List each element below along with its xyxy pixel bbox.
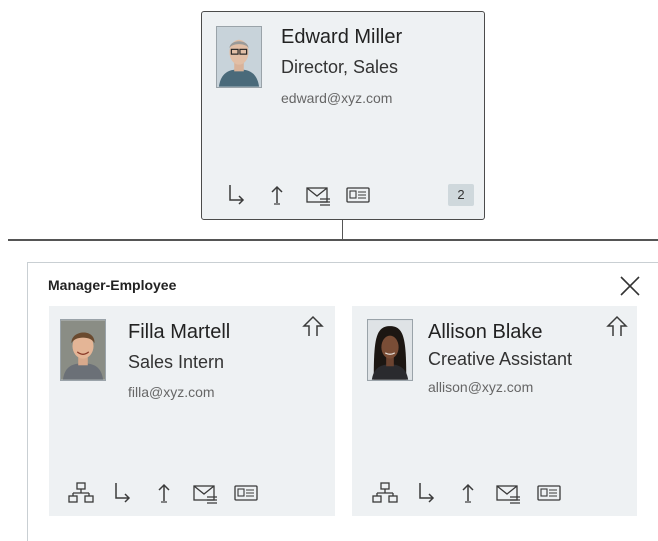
promote-arrow-icon[interactable] — [604, 314, 630, 338]
email-icon[interactable] — [305, 183, 331, 207]
promote-arrow-icon[interactable] — [300, 314, 326, 338]
manager-avatar — [216, 26, 262, 88]
move-up-icon[interactable] — [151, 481, 177, 505]
employee-email: allison@xyz.com — [428, 379, 534, 395]
org-chart-icon[interactable] — [68, 481, 94, 505]
panel-title: Manager-Employee — [48, 277, 177, 293]
employee-avatar — [60, 319, 106, 381]
employee-title: Sales Intern — [128, 352, 225, 372]
employee-card[interactable]: Filla Martell Sales Intern filla@xyz.com — [49, 306, 335, 516]
manager-email: edward@xyz.com — [281, 90, 393, 106]
profile-card-icon[interactable] — [536, 481, 562, 505]
show-reports-icon[interactable] — [414, 481, 440, 505]
employee-card[interactable]: Allison Blake Creative Assistant allison… — [352, 306, 637, 516]
show-reports-icon[interactable] — [224, 183, 250, 207]
show-reports-icon[interactable] — [110, 481, 136, 505]
close-icon[interactable] — [618, 274, 642, 298]
org-chart-icon[interactable] — [372, 481, 398, 505]
connector-vertical — [342, 220, 343, 239]
move-up-icon[interactable] — [264, 183, 290, 207]
email-icon[interactable] — [495, 481, 521, 505]
manager-card[interactable]: Edward Miller Director, Sales edward@xyz… — [201, 11, 485, 220]
manager-employee-panel: Manager-Employee Filla Martell Sales Int… — [27, 262, 658, 541]
employee-avatar — [367, 319, 413, 381]
manager-name: Edward Miller — [281, 26, 403, 48]
profile-card-icon[interactable] — [233, 481, 259, 505]
connector-horizontal — [8, 239, 658, 241]
employee-email: filla@xyz.com — [128, 384, 215, 400]
email-icon[interactable] — [192, 481, 218, 505]
employee-title: Creative Assistant — [428, 349, 573, 369]
employee-name: Filla Martell — [128, 321, 231, 343]
profile-card-icon[interactable] — [345, 183, 371, 207]
manager-title: Director, Sales — [281, 57, 399, 77]
reports-count-badge[interactable]: 2 — [448, 184, 474, 206]
move-up-icon[interactable] — [455, 481, 481, 505]
employee-name: Allison Blake — [428, 321, 543, 343]
